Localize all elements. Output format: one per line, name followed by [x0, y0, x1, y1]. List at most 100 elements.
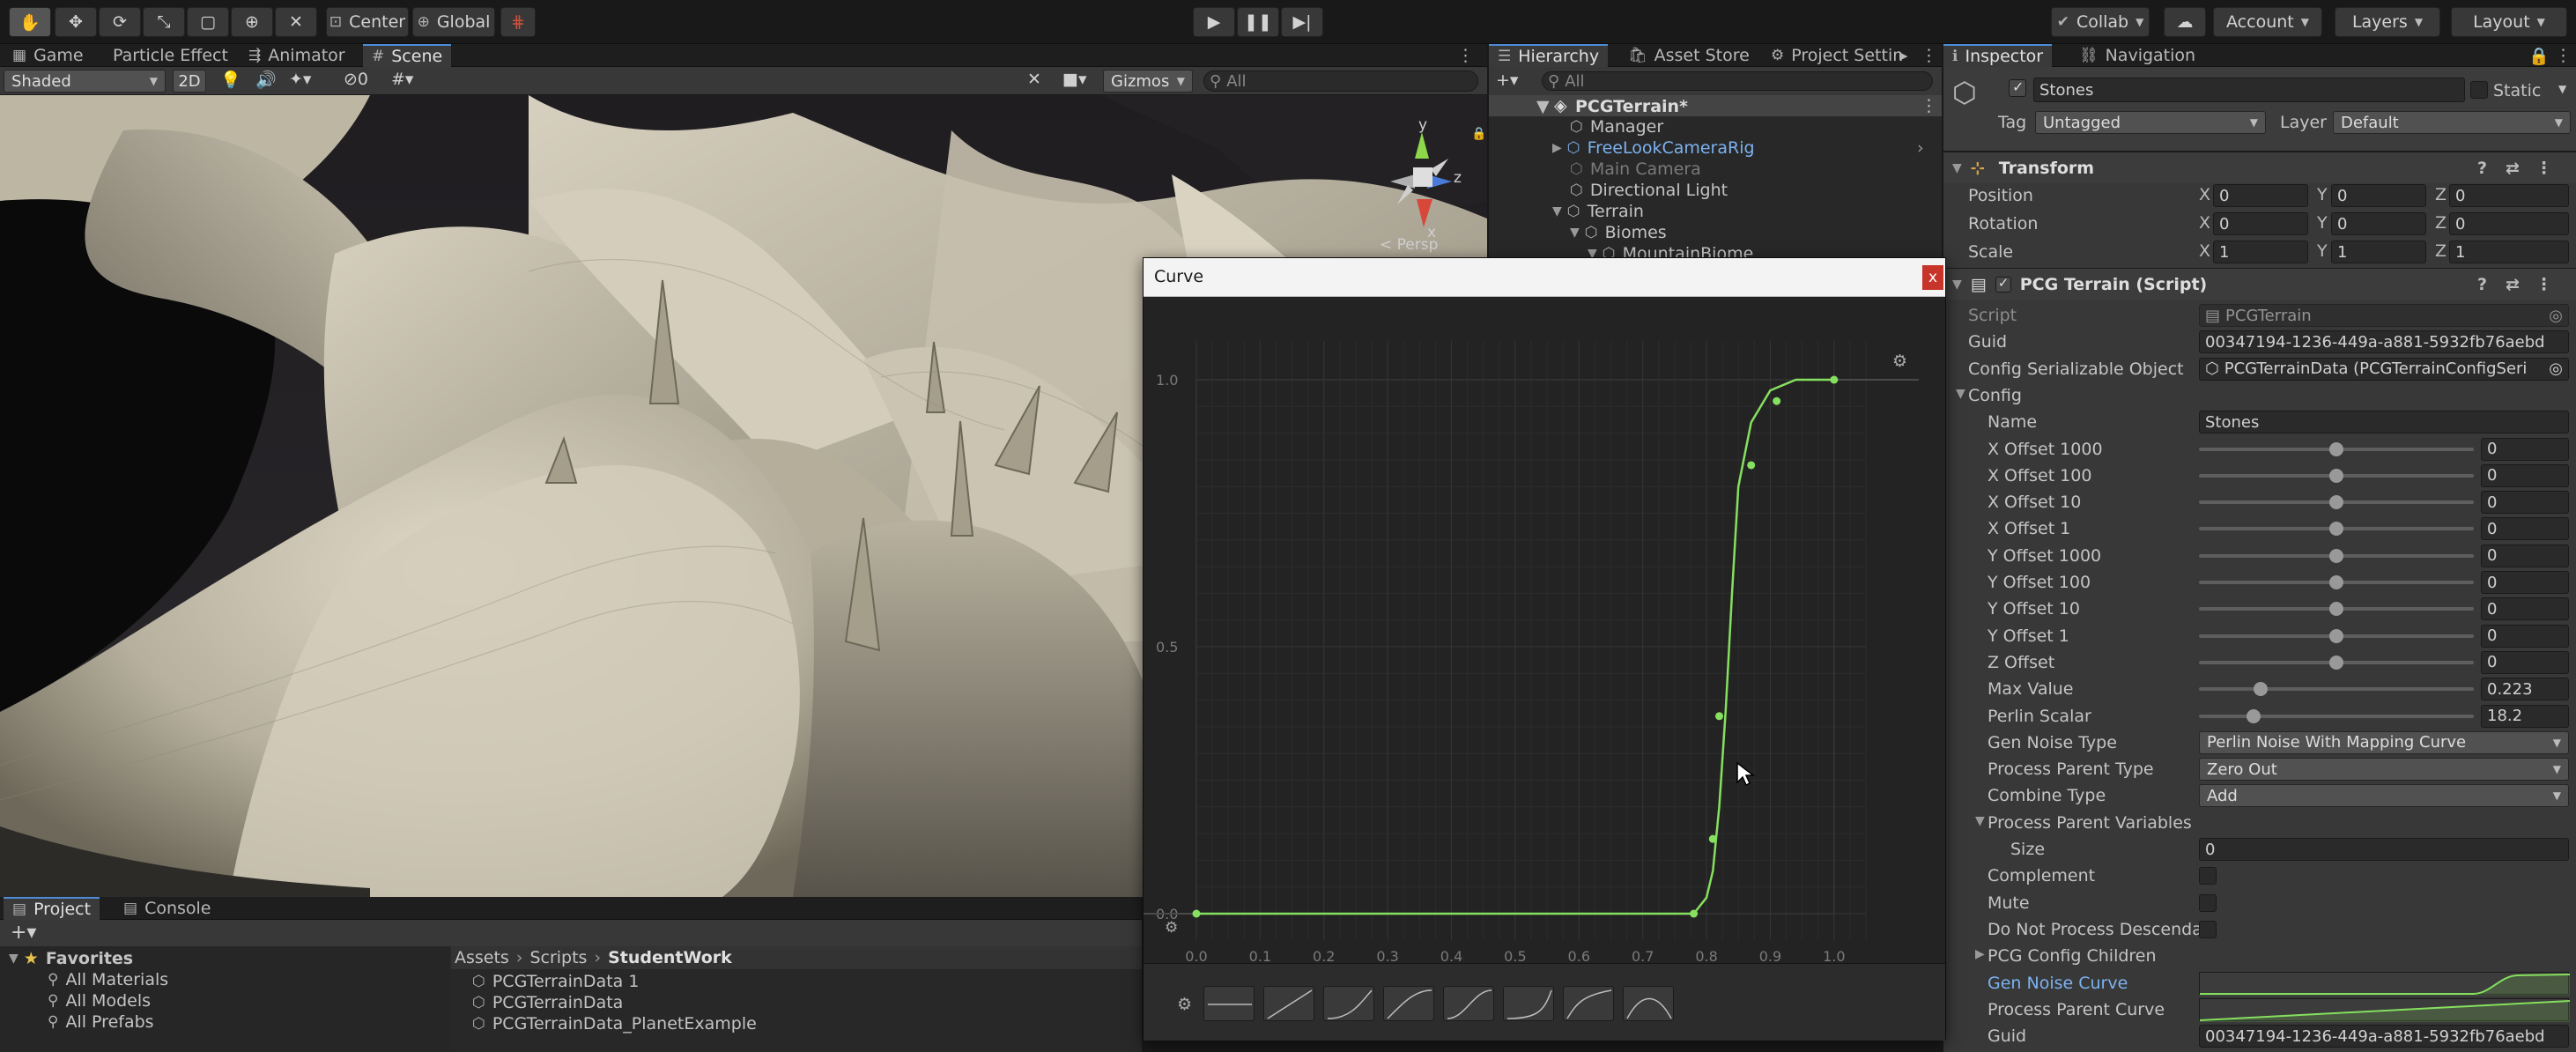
key-settings-gear-icon[interactable]: ⚙	[1892, 352, 1907, 371]
kebab-menu-icon[interactable]: ⋮	[2535, 159, 2552, 178]
tab-game[interactable]: ▦ Game	[4, 44, 93, 67]
pause-button[interactable]: ❚❚	[1237, 7, 1279, 37]
presets-gear-icon[interactable]: ⚙	[1177, 995, 1192, 1014]
space-global-button[interactable]: ⊕ Global	[412, 7, 495, 37]
add-object-button[interactable]: +▾	[1496, 70, 1518, 90]
transform-y-field[interactable]: 0	[2331, 212, 2426, 235]
transform-x-field[interactable]: 0	[2213, 184, 2308, 207]
config-name-input[interactable]: Stones	[2199, 411, 2569, 434]
slider-value-field[interactable]: 0	[2481, 544, 2569, 567]
object-name-input[interactable]: Stones	[2033, 78, 2465, 102]
curve-window-titlebar[interactable]: Curve x	[1144, 258, 1945, 297]
transform-y-field[interactable]: 0	[2331, 184, 2426, 207]
checkbox-input[interactable]	[2199, 920, 2217, 938]
orientation-gizmo[interactable]: y z x 🔒 < Persp	[1367, 116, 1486, 257]
favorites-header[interactable]: ▼ ★ Favorites	[9, 948, 133, 969]
tab-console[interactable]: ▤ Console	[115, 897, 220, 920]
curve-preset-button[interactable]	[1623, 986, 1674, 1021]
slider-value-field[interactable]: 0	[2481, 437, 2569, 461]
tab-particle-effect[interactable]: Particle Effect	[104, 44, 237, 67]
preset-icon[interactable]: ⇄	[2506, 275, 2520, 294]
chevron-down-icon[interactable]: ▼	[2558, 83, 2566, 95]
lock-icon[interactable]: 🔒	[1471, 127, 1486, 141]
tab-overflow[interactable]: ▸	[1896, 44, 1912, 67]
process-parent-vars-foldout[interactable]: ▼ Process Parent Variables	[1943, 811, 2576, 835]
curve-preset-button[interactable]	[1383, 986, 1434, 1021]
slider-track[interactable]	[2199, 687, 2474, 692]
transform-z-field[interactable]: 1	[2449, 241, 2569, 263]
expand-arrow-icon[interactable]: ▶	[1552, 141, 1562, 155]
slider-knob[interactable]	[2247, 708, 2261, 723]
step-button[interactable]: ▶|	[1281, 7, 1323, 37]
tab-project-settings[interactable]: ⚙ Project Settin	[1762, 44, 1912, 67]
play-button[interactable]: ▶	[1193, 7, 1235, 37]
breadcrumb-assets[interactable]: Assets	[455, 948, 509, 967]
transform-x-field[interactable]: 1	[2213, 241, 2308, 263]
help-icon[interactable]: ?	[2477, 275, 2487, 294]
pcg-terrain-header[interactable]: ▼ ▤ ✓ PCG Terrain (Script) ? ⇄ ⋮	[1943, 268, 2576, 300]
slider-knob[interactable]	[2253, 682, 2268, 697]
audio-toggle-icon[interactable]: 🔊	[255, 70, 277, 90]
hidden-objects-toggle[interactable]: ⊘ 0	[344, 70, 368, 89]
curve-settings-gear-icon[interactable]: ⚙	[1165, 919, 1178, 937]
curve-key-point[interactable]	[1690, 909, 1699, 918]
slider-track[interactable]	[2199, 714, 2474, 718]
hierarchy-item-biomes[interactable]: ▼ ⬡ Biomes	[1570, 222, 1667, 243]
slider-knob[interactable]	[2329, 468, 2343, 483]
cloud-button[interactable]: ☁	[2164, 7, 2206, 37]
hierarchy-search-input[interactable]: ⚲ All	[1542, 71, 1933, 91]
kebab-menu-icon[interactable]: ⋮	[1921, 96, 1937, 115]
config-foldout[interactable]: ▼ Config	[1943, 383, 2576, 408]
hierarchy-item-terrain[interactable]: ▼ ⬡ Terrain	[1552, 201, 1644, 222]
pivot-center-button[interactable]: ⊡ Center	[326, 7, 409, 37]
curve-key-point[interactable]	[1715, 712, 1724, 721]
breadcrumb-studentwork[interactable]: StudentWork	[608, 948, 732, 967]
hand-tool-icon[interactable]: ✋	[9, 7, 51, 37]
2d-toggle[interactable]: 2D	[173, 70, 206, 93]
dropdown-select[interactable]: Add ▼	[2199, 784, 2569, 808]
static-checkbox[interactable]	[2470, 81, 2488, 99]
pcg-children-foldout[interactable]: ▶ PCG Config Children	[1943, 944, 2576, 968]
shading-mode-dropdown[interactable]: Shaded ▼	[4, 70, 166, 93]
size-input[interactable]: 0	[2199, 838, 2569, 861]
process-parent-curve-field[interactable]	[2199, 997, 2571, 1022]
tab-scene[interactable]: # Scene	[363, 44, 452, 67]
hierarchy-item-freelookcamerarig[interactable]: ▶ ⬡ FreeLookCameraRig ›	[1552, 137, 1940, 159]
favorite-all-prefabs[interactable]: ⚲ All Prefabs	[48, 1011, 154, 1033]
help-icon[interactable]: ?	[2477, 159, 2487, 178]
panel-menu-button[interactable]: ⋮	[1917, 44, 1941, 67]
curve-preset-button[interactable]	[1563, 986, 1614, 1021]
tab-project[interactable]: ▤ Project	[4, 897, 100, 920]
slider-value-field[interactable]: 0	[2481, 597, 2569, 621]
expand-arrow-icon[interactable]: ▼	[1570, 226, 1580, 240]
tab-navigation[interactable]: ⛓ Navigation	[2070, 44, 2204, 67]
hierarchy-item-directional-light[interactable]: ⬡ Directional Light	[1570, 180, 1728, 201]
slider-knob[interactable]	[2329, 441, 2343, 456]
tab-animator[interactable]: ⇶ Animator	[240, 44, 354, 67]
transform-z-field[interactable]: 0	[2449, 212, 2569, 235]
camera-icon[interactable]: ■▾	[1062, 70, 1087, 89]
config-object-field[interactable]: ⬡ PCGTerrainData (PCGTerrainConfigSeri ◎	[2199, 357, 2569, 381]
slider-knob[interactable]	[2329, 495, 2343, 510]
component-enabled-checkbox[interactable]: ✓	[1995, 275, 2011, 293]
curve-key-point[interactable]	[1708, 834, 1717, 843]
transform-tool-icon[interactable]: ⊕	[231, 7, 273, 37]
grid-toggle-icon[interactable]: #▾	[391, 70, 413, 89]
panel-menu-button[interactable]: ⋮	[1452, 44, 1479, 67]
tag-dropdown[interactable]: Untagged ▼	[2035, 111, 2266, 134]
slider-value-field[interactable]: 0	[2481, 571, 2569, 594]
curve-preset-button[interactable]	[1263, 986, 1314, 1021]
grid-snap-button[interactable]: ⋕	[500, 7, 536, 37]
expand-arrow-icon[interactable]: ▼	[1552, 204, 1562, 219]
kebab-menu-icon[interactable]: ⋮	[2535, 275, 2552, 294]
slider-knob[interactable]	[2329, 575, 2343, 589]
curve-preset-button[interactable]	[1323, 986, 1374, 1021]
slider-knob[interactable]	[2329, 548, 2343, 563]
dropdown-select[interactable]: Zero Out ▼	[2199, 758, 2569, 782]
transform-y-field[interactable]: 1	[2331, 241, 2426, 263]
slider-knob[interactable]	[2329, 602, 2343, 617]
file-item[interactable]: ⬡ PCGTerrainData	[472, 992, 623, 1013]
layer-dropdown[interactable]: Default ▼	[2333, 111, 2571, 134]
tab-hierarchy[interactable]: ☰ Hierarchy	[1489, 44, 1609, 67]
create-asset-button[interactable]: +▾	[11, 922, 36, 944]
